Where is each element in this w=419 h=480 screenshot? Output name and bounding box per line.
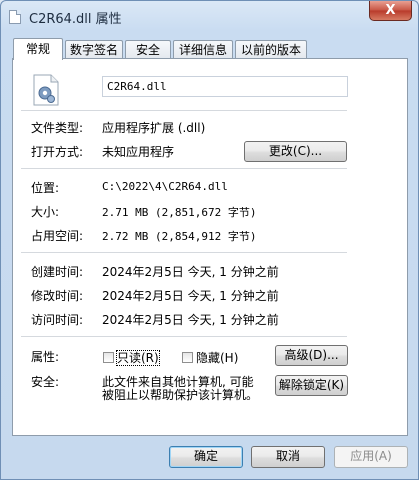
size-on-disk-label: 占用空间:	[31, 229, 84, 243]
tab-details[interactable]: 详细信息	[173, 40, 233, 59]
hidden-checkbox-box[interactable]	[182, 352, 193, 363]
cancel-button[interactable]: 取消	[251, 446, 325, 468]
file-type-value: 应用程序扩展 (.dll)	[102, 121, 206, 135]
apply-button[interactable]: 应用(A)	[334, 446, 408, 468]
tab-security[interactable]: 安全	[125, 40, 171, 59]
file-icon	[9, 10, 21, 24]
accessed-value: 2024年2月5日 今天, 1 分钟之前	[102, 313, 279, 327]
tab-digital-signatures[interactable]: 数字签名	[65, 40, 123, 59]
properties-dialog: C2R64.dll 属性 X 常规 数字签名 安全 详细信息 以前的版本 C2R…	[0, 0, 419, 480]
readonly-checkbox-box[interactable]	[103, 352, 114, 363]
separator	[21, 168, 347, 169]
hidden-checkbox-label: 隐藏(H)	[196, 351, 239, 365]
open-with-label: 打开方式:	[31, 145, 84, 159]
unblock-button[interactable]: 解除锁定(K)	[275, 375, 348, 396]
attributes-label: 属性:	[31, 350, 60, 364]
size-value: 2.71 MB (2,851,672 字节)	[102, 206, 257, 219]
close-icon: X	[385, 3, 396, 18]
advanced-button[interactable]: 高级(D)...	[275, 345, 348, 366]
general-panel: C2R64.dll 文件类型: 应用程序扩展 (.dll) 打开方式: 未知应用…	[12, 58, 408, 436]
file-name-field[interactable]: C2R64.dll	[102, 76, 348, 97]
readonly-checkbox[interactable]: 只读(R)	[103, 349, 160, 366]
size-on-disk-value: 2.72 MB (2,854,912 字节)	[102, 230, 257, 243]
accessed-label: 访问时间:	[31, 313, 84, 327]
separator	[21, 252, 347, 253]
title-bar[interactable]: C2R64.dll 属性 X	[1, 1, 418, 33]
location-label: 位置:	[31, 181, 60, 195]
ok-button[interactable]: 确定	[169, 446, 243, 468]
tab-general[interactable]: 常规	[13, 38, 63, 60]
open-with-value: 未知应用程序	[102, 145, 175, 159]
window-title: C2R64.dll 属性	[29, 12, 122, 27]
separator	[21, 110, 347, 111]
close-button[interactable]: X	[369, 1, 412, 21]
location-value: C:\2022\4\C2R64.dll	[102, 180, 228, 193]
size-label: 大小:	[31, 205, 60, 219]
change-button[interactable]: 更改(C)...	[244, 141, 347, 162]
separator	[21, 336, 347, 337]
hidden-checkbox[interactable]: 隐藏(H)	[182, 349, 238, 366]
tab-previous-versions[interactable]: 以前的版本	[235, 40, 307, 59]
created-value: 2024年2月5日 今天, 1 分钟之前	[102, 265, 279, 279]
readonly-checkbox-label: 只读(R)	[116, 350, 160, 366]
dll-file-icon	[33, 74, 59, 106]
modified-value: 2024年2月5日 今天, 1 分钟之前	[102, 289, 279, 303]
file-type-label: 文件类型:	[31, 121, 84, 135]
modified-label: 修改时间:	[31, 289, 84, 303]
security-label: 安全:	[31, 375, 60, 389]
created-label: 创建时间:	[31, 265, 84, 279]
security-message-line2: 被阻止以帮助保护该计算机。	[102, 388, 259, 402]
